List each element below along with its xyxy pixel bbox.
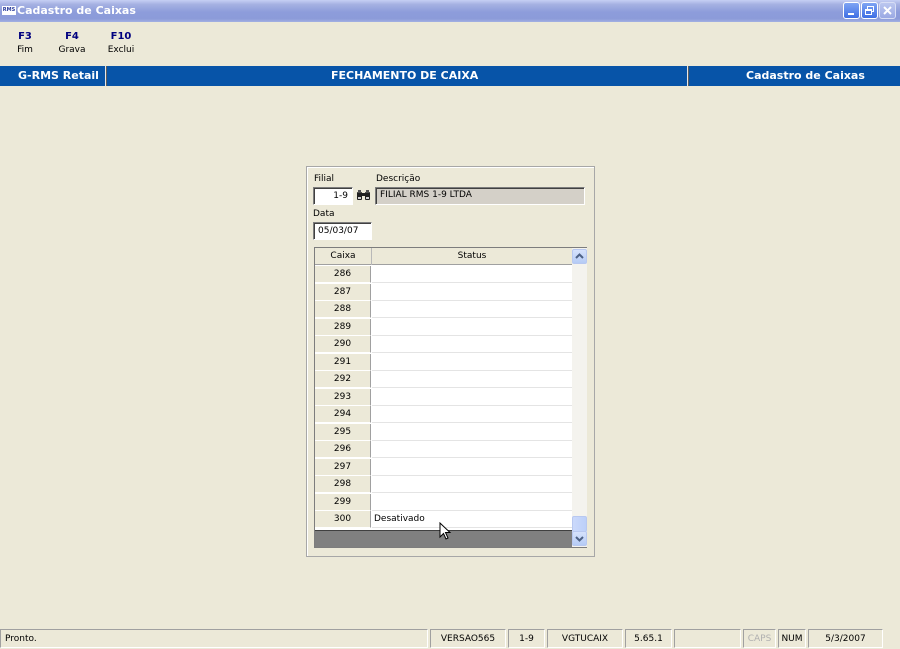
table-row[interactable]: 292 bbox=[315, 371, 572, 388]
status-caps: CAPS bbox=[743, 629, 776, 648]
status-cell[interactable] bbox=[372, 424, 572, 441]
status-cell[interactable] bbox=[372, 301, 572, 318]
mouse-pointer-icon bbox=[439, 522, 452, 540]
grid-header: Caixa Status bbox=[315, 248, 572, 265]
caixa-cell: 295 bbox=[315, 423, 371, 441]
f3-fim-button[interactable]: F3 Fim bbox=[16, 31, 34, 57]
status-cell[interactable] bbox=[372, 284, 572, 301]
status-cell[interactable] bbox=[372, 336, 572, 353]
caixa-cell: 294 bbox=[315, 406, 371, 423]
status-cell[interactable] bbox=[372, 266, 572, 283]
f4-key: F4 bbox=[65, 31, 79, 42]
status-cell[interactable]: Desativado bbox=[372, 511, 572, 528]
status-filial: 1-9 bbox=[508, 629, 545, 648]
status-program: VGTUCAIX bbox=[547, 629, 623, 648]
status-cell[interactable] bbox=[372, 441, 572, 458]
status-message: Pronto. bbox=[0, 629, 428, 648]
status-empty-panel bbox=[674, 629, 741, 648]
column-header-caixa[interactable]: Caixa bbox=[315, 248, 372, 265]
caixa-cell: 299 bbox=[315, 493, 371, 511]
table-row[interactable]: 296 bbox=[315, 441, 572, 458]
table-row[interactable]: 299 bbox=[315, 493, 572, 511]
filial-input[interactable]: 1-9 bbox=[313, 187, 353, 205]
caixa-cell: 292 bbox=[315, 371, 371, 388]
table-row[interactable]: 298 bbox=[315, 476, 572, 493]
table-row[interactable]: 286 bbox=[315, 266, 572, 283]
f10-key: F10 bbox=[110, 31, 132, 42]
scroll-thumb[interactable] bbox=[572, 516, 587, 532]
status-cell[interactable] bbox=[372, 389, 572, 406]
f3-label: Fim bbox=[17, 45, 33, 55]
table-row[interactable]: 290 bbox=[315, 336, 572, 353]
scroll-up-button[interactable] bbox=[572, 249, 587, 264]
status-cell[interactable] bbox=[372, 371, 572, 388]
data-label: Data bbox=[313, 209, 335, 219]
minimize-icon bbox=[848, 13, 854, 15]
caixa-cell: 298 bbox=[315, 476, 371, 493]
close-button[interactable] bbox=[879, 2, 896, 19]
status-cell[interactable] bbox=[372, 459, 572, 476]
status-cell[interactable] bbox=[372, 494, 572, 511]
minimize-button[interactable] bbox=[843, 2, 860, 19]
filial-label: Filial bbox=[314, 174, 335, 184]
restore-button[interactable] bbox=[861, 2, 878, 19]
header-screen-title: FECHAMENTO DE CAIXA bbox=[331, 69, 479, 82]
descricao-field: FILIAL RMS 1-9 LTDA bbox=[375, 187, 585, 205]
header-module-name: Cadastro de Caixas bbox=[746, 69, 865, 82]
chevron-up-icon bbox=[575, 253, 584, 259]
app-icon: RMS bbox=[2, 6, 16, 15]
caixa-cell: 289 bbox=[315, 318, 371, 336]
caixa-cell: 300 bbox=[315, 511, 371, 528]
window-titlebar: RMS Cadastro de Caixas bbox=[0, 0, 900, 22]
status-cell[interactable] bbox=[372, 354, 572, 371]
chevron-down-icon bbox=[575, 536, 584, 542]
search-filial-button[interactable] bbox=[355, 187, 372, 204]
descricao-label: Descrição bbox=[376, 174, 421, 184]
header-divider bbox=[687, 66, 689, 86]
status-bar: Pronto. VERSAO565 1-9 VGTUCAIX 5.65.1 CA… bbox=[0, 627, 900, 649]
status-cell[interactable] bbox=[372, 406, 572, 423]
close-icon bbox=[883, 6, 892, 15]
caixas-grid[interactable]: Caixa Status 286 287 288 289 290 291 292… bbox=[314, 247, 587, 548]
caixa-cell: 286 bbox=[315, 266, 371, 283]
f4-label: Grava bbox=[58, 45, 86, 55]
status-num: NUM bbox=[778, 629, 806, 648]
restore-icon bbox=[865, 6, 874, 15]
status-build: 5.65.1 bbox=[625, 629, 672, 648]
caixa-cell: 297 bbox=[315, 458, 371, 476]
table-row[interactable]: 287 bbox=[315, 283, 572, 301]
table-row[interactable]: 288 bbox=[315, 301, 572, 318]
header-divider bbox=[105, 66, 107, 86]
table-row[interactable]: 291 bbox=[315, 353, 572, 371]
caixa-cell: 290 bbox=[315, 336, 371, 353]
f4-grava-button[interactable]: F4 Grava bbox=[58, 31, 86, 57]
table-row[interactable]: 289 bbox=[315, 318, 572, 336]
status-date: 5/3/2007 bbox=[808, 629, 883, 648]
table-row[interactable]: 297 bbox=[315, 458, 572, 476]
binoculars-icon bbox=[357, 190, 370, 200]
grid-vertical-scrollbar[interactable] bbox=[572, 248, 587, 547]
column-header-status[interactable]: Status bbox=[372, 248, 572, 265]
table-row[interactable]: 293 bbox=[315, 388, 572, 406]
status-version: VERSAO565 bbox=[430, 629, 506, 648]
f10-exclui-button[interactable]: F10 Exclui bbox=[107, 31, 135, 57]
caixa-cell: 296 bbox=[315, 441, 371, 458]
caixa-cell: 287 bbox=[315, 283, 371, 301]
caixa-cell: 291 bbox=[315, 353, 371, 371]
scroll-down-button[interactable] bbox=[572, 531, 587, 546]
header-system-name: G-RMS Retail bbox=[18, 69, 99, 82]
table-row[interactable]: 295 bbox=[315, 423, 572, 441]
f3-key: F3 bbox=[18, 31, 32, 42]
window-title: Cadastro de Caixas bbox=[17, 4, 136, 17]
status-cell[interactable] bbox=[372, 476, 572, 493]
data-input[interactable]: 05/03/07 bbox=[313, 222, 372, 240]
caixa-cell: 288 bbox=[315, 301, 371, 318]
f10-label: Exclui bbox=[107, 45, 135, 55]
caixa-cell: 293 bbox=[315, 388, 371, 406]
status-cell[interactable] bbox=[372, 319, 572, 336]
module-header-bar: G-RMS Retail FECHAMENTO DE CAIXA Cadastr… bbox=[0, 66, 900, 86]
table-row[interactable]: 294 bbox=[315, 406, 572, 423]
